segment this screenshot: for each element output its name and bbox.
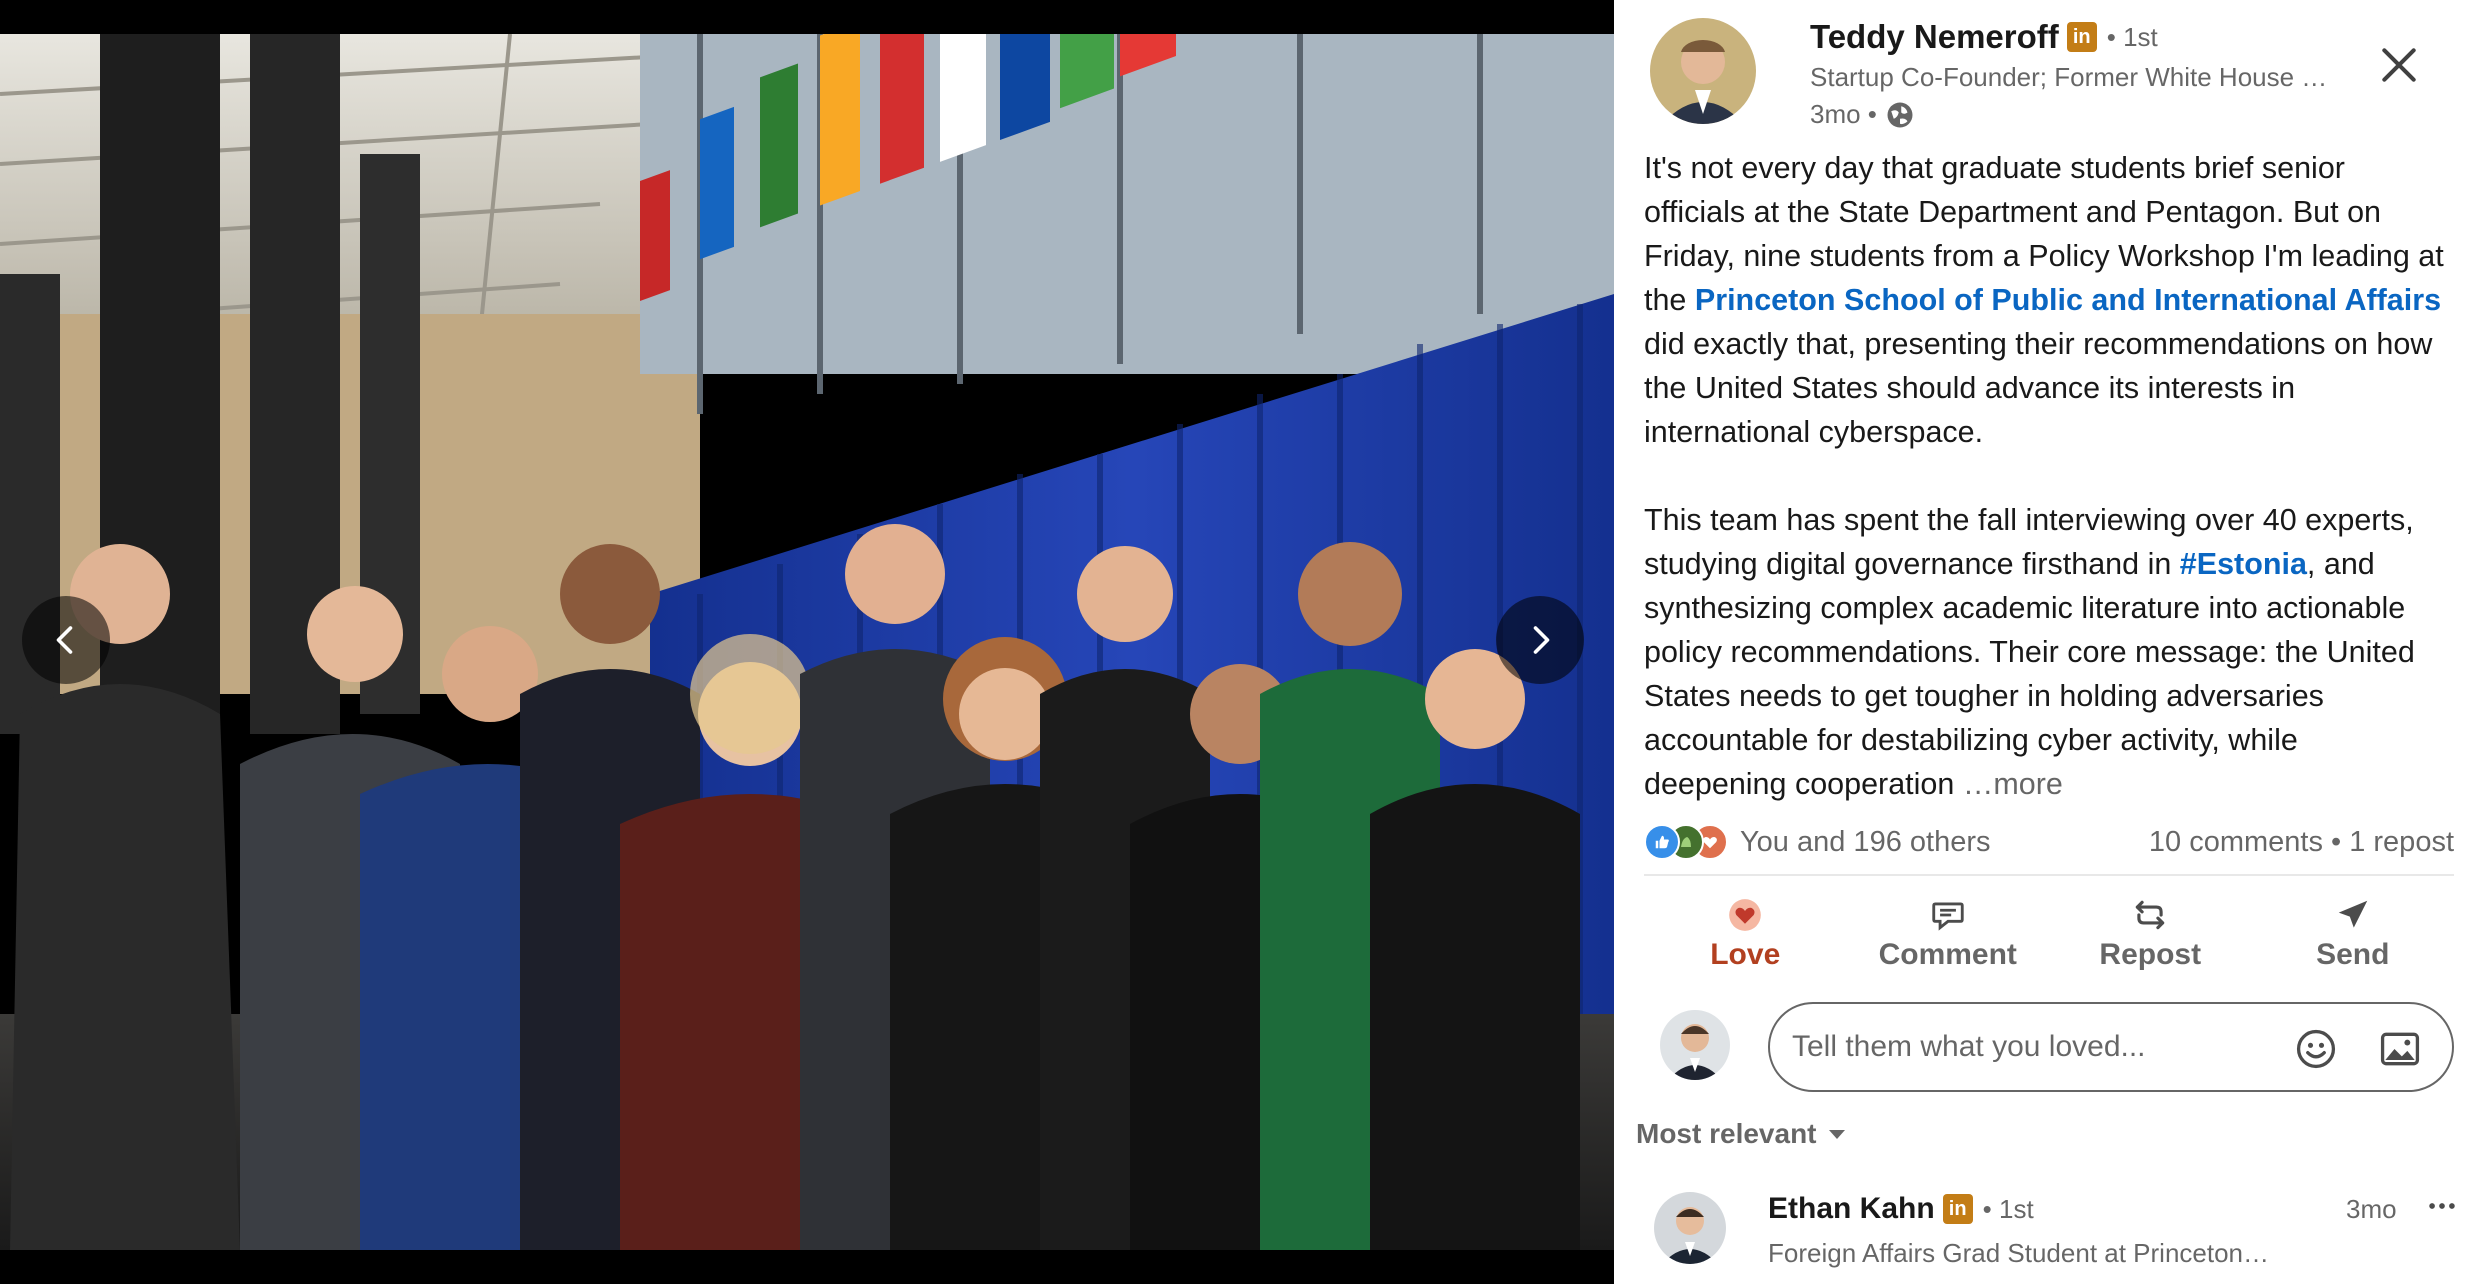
commenter-headline: Foreign Affairs Grad Student at Princeto… bbox=[1768, 1238, 2270, 1268]
like-reaction-icon bbox=[1644, 824, 1680, 860]
caret-down-icon bbox=[1828, 1130, 1845, 1139]
comment-item: Ethan Kahn in • 1st Foreign Affairs Grad… bbox=[1644, 1180, 2464, 1284]
comment-button[interactable]: Comment bbox=[1847, 884, 2050, 984]
comment-input[interactable] bbox=[1792, 1030, 2292, 1064]
add-image-button[interactable] bbox=[2376, 1025, 2424, 1073]
post-paragraph-1: It's not every day that graduate student… bbox=[1644, 146, 2444, 454]
divider bbox=[1644, 874, 2454, 876]
post-detail-panel: Teddy Nemeroff in • 1st Startup Co-Found… bbox=[1614, 0, 2472, 1284]
commenter-degree: • 1st bbox=[1982, 1193, 2034, 1224]
comment-icon bbox=[1932, 902, 1964, 931]
post-text: It's not every day that graduate student… bbox=[1644, 146, 2444, 806]
chevron-right-icon bbox=[1533, 626, 1550, 654]
linkedin-premium-badge-icon: in bbox=[2066, 22, 2097, 52]
previous-image-button[interactable] bbox=[22, 596, 110, 684]
close-button[interactable] bbox=[2370, 36, 2428, 94]
viewer-avatar[interactable] bbox=[1660, 1010, 1730, 1080]
send-icon bbox=[2338, 900, 2367, 928]
mention-link[interactable]: Princeton School of Public and Internati… bbox=[1695, 283, 2441, 317]
more-options-icon bbox=[2429, 1203, 2455, 1209]
social-counts: You and 196 others 10 comments • 1 repos… bbox=[1644, 820, 2454, 864]
love-button[interactable]: Love bbox=[1644, 884, 1847, 984]
commenter-avatar[interactable] bbox=[1654, 1192, 1726, 1264]
reactors-count[interactable]: You and 196 others bbox=[1740, 826, 1990, 859]
reaction-icons[interactable] bbox=[1644, 822, 1734, 862]
author-avatar[interactable] bbox=[1650, 18, 1756, 124]
post-text-segment: , and synthesizing complex academic lite… bbox=[1644, 547, 2415, 801]
comment-label: Comment bbox=[1878, 938, 2017, 971]
comment-input-wrapper bbox=[1768, 1002, 2454, 1092]
love-icon bbox=[1729, 899, 1762, 931]
emoji-button[interactable] bbox=[2292, 1025, 2340, 1073]
post-actions: Love Comment Repost Send bbox=[1644, 884, 2454, 984]
repost-label: Repost bbox=[2099, 938, 2202, 971]
post-photo bbox=[0, 34, 1614, 1250]
next-image-button[interactable] bbox=[1496, 596, 1584, 684]
post-author-header: Teddy Nemeroff in • 1st Startup Co-Found… bbox=[1650, 18, 2448, 129]
sort-label: Most relevant bbox=[1636, 1118, 1817, 1149]
linkedin-premium-badge-icon: in bbox=[1942, 1194, 1973, 1224]
send-label: Send bbox=[2316, 938, 2390, 971]
media-viewer bbox=[0, 0, 1614, 1284]
image-icon bbox=[2380, 1032, 2420, 1066]
comments-reposts-count[interactable]: 10 comments • 1 repost bbox=[2149, 826, 2454, 859]
comment-time: 3mo bbox=[2346, 1194, 2397, 1224]
close-icon bbox=[2382, 48, 2416, 82]
comment-options-button[interactable] bbox=[2422, 1186, 2462, 1226]
emoji-icon bbox=[2296, 1029, 2336, 1069]
see-more-button[interactable]: …more bbox=[1963, 767, 2063, 801]
commenter-name[interactable]: Ethan Kahn bbox=[1768, 1192, 1935, 1226]
post-paragraph-2: This team has spent the fall interviewin… bbox=[1644, 498, 2444, 806]
author-headline: Startup Co-Founder; Former White House … bbox=[1810, 62, 2328, 92]
globe-icon bbox=[1887, 102, 1913, 127]
post-text-segment: did exactly that, presenting their recom… bbox=[1644, 327, 2433, 449]
repost-icon bbox=[2136, 900, 2165, 930]
post-time: 3mo • bbox=[1810, 99, 1877, 129]
comment-composer bbox=[1644, 1000, 2464, 1096]
comment-sort-dropdown[interactable]: Most relevant bbox=[1636, 1118, 1849, 1150]
send-button[interactable]: Send bbox=[2252, 884, 2455, 984]
love-label: Love bbox=[1710, 938, 1781, 971]
repost-button[interactable]: Repost bbox=[2049, 884, 2252, 984]
chevron-left-icon bbox=[56, 626, 73, 654]
author-name[interactable]: Teddy Nemeroff bbox=[1810, 18, 2059, 56]
connection-degree: • 1st bbox=[2106, 21, 2158, 52]
hashtag-link[interactable]: #Estonia bbox=[2180, 547, 2307, 581]
